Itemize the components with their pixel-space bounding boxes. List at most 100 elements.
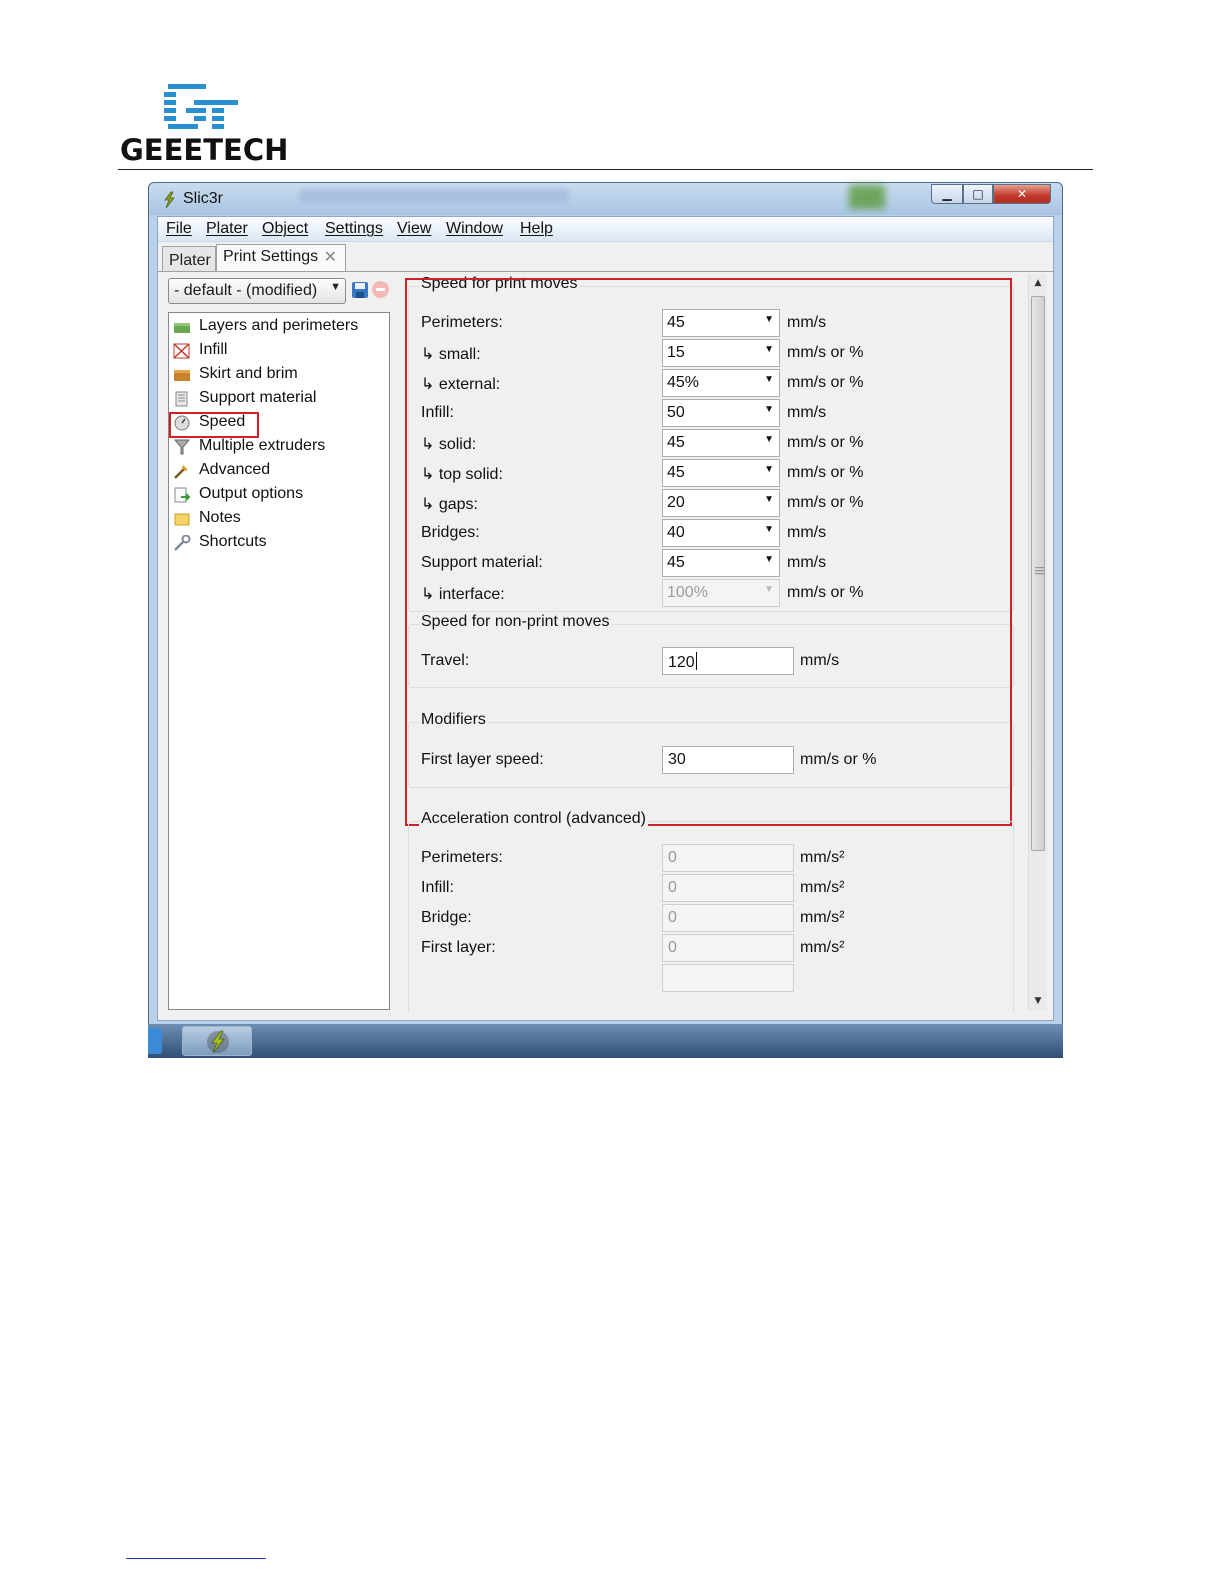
group-title: Speed for non-print moves — [419, 613, 612, 631]
field-unit: mm/s — [800, 652, 840, 669]
first-layer-acceleration-input: 0 — [662, 934, 794, 962]
menu-bar: File Plater Object Settings View Window … — [158, 217, 1053, 242]
field-unit: mm/s or % — [787, 584, 864, 601]
blurred-green-area — [849, 185, 885, 209]
preset-select[interactable]: - default - (modified) ▼ — [168, 278, 346, 304]
maximize-button[interactable]: □ — [963, 184, 993, 204]
field-value: 0 — [668, 909, 677, 926]
scroll-thumb[interactable]: ― ― ― — [1031, 296, 1045, 851]
chevron-down-icon: ▼ — [330, 281, 341, 293]
field-unit: mm/s — [787, 404, 827, 421]
tree-item-label: Advanced — [199, 461, 271, 478]
window-title: Slic3r — [183, 190, 224, 207]
preset-value: - default - (modified) — [174, 282, 318, 299]
chevron-down-icon: ▼ — [764, 374, 774, 385]
field-unit: mm/s or % — [787, 464, 864, 481]
field-unit: mm/s² — [800, 879, 845, 896]
field-unit: mm/s² — [800, 849, 845, 866]
travel-speed-input[interactable]: 120 — [662, 647, 794, 675]
menu-view[interactable]: View — [397, 220, 431, 238]
support-material-speed-combo[interactable]: 45 ▼ — [662, 549, 780, 577]
field-value: 20 — [667, 494, 685, 511]
taskbar — [148, 1024, 1063, 1058]
solid-infill-speed-combo[interactable]: 45 ▼ — [662, 429, 780, 457]
taskbar-slic3r-button[interactable] — [182, 1026, 252, 1056]
tree-item-label: Notes — [199, 509, 241, 526]
field-unit: mm/s — [787, 524, 827, 541]
minimize-button[interactable]: ▁ — [931, 184, 963, 204]
field-label: Travel: — [421, 652, 470, 669]
header-divider — [118, 169, 1093, 170]
grip-icon: ― ― ― — [1035, 563, 1044, 579]
skirt-icon — [174, 370, 190, 381]
field-label: ↳ small: — [421, 346, 481, 363]
field-value: 100% — [667, 584, 708, 601]
save-preset-icon[interactable] — [351, 281, 369, 299]
advanced-icon — [174, 465, 188, 479]
menu-object[interactable]: Object — [262, 220, 308, 238]
field-unit: mm/s — [787, 314, 827, 331]
infill-speed-combo[interactable]: 50 ▼ — [662, 399, 780, 427]
chevron-down-icon: ▼ — [764, 434, 774, 445]
field-label: Support material: — [421, 554, 543, 571]
start-button-edge[interactable] — [148, 1028, 162, 1054]
field-label: First layer speed: — [421, 751, 544, 768]
tree-item-label: Support material — [199, 389, 317, 406]
field-value: 120 — [668, 654, 695, 671]
tab-print-settings[interactable]: Print Settings ✕ — [216, 244, 346, 272]
tab-print-settings-label: Print Settings — [223, 248, 319, 265]
menu-window[interactable]: Window — [446, 220, 503, 238]
field-value: 45 — [667, 434, 685, 451]
tree-item-label: Multiple extruders — [199, 437, 326, 454]
group-modifiers: Modifiers First layer speed: 30 mm/s or … — [408, 711, 1014, 788]
vertical-scrollbar[interactable]: ▲ ― ― ― ▼ — [1028, 274, 1047, 1010]
chevron-down-icon: ▼ — [764, 584, 774, 595]
infill-icon — [173, 343, 190, 359]
field-unit: mm/s² — [800, 909, 845, 926]
close-button[interactable]: ✕ — [993, 184, 1051, 204]
field-label: ↳ top solid: — [421, 466, 503, 483]
group-acceleration: Acceleration control (advanced) Perimete… — [408, 810, 1014, 1012]
menu-settings[interactable]: Settings — [325, 220, 383, 238]
layers-icon — [174, 323, 190, 333]
tab-divider — [158, 271, 1053, 272]
field-value: 45 — [667, 314, 685, 331]
slic3r-window: Slic3r ▁ □ ✕ File Plater Object Settings… — [148, 182, 1063, 1030]
menu-help[interactable]: Help — [520, 220, 553, 238]
menu-plater[interactable]: Plater — [206, 220, 248, 238]
external-perimeters-speed-combo[interactable]: 45% ▼ — [662, 369, 780, 397]
group-title: Modifiers — [419, 711, 488, 729]
field-value: 45 — [667, 554, 685, 571]
tree-item-label: Shortcuts — [199, 533, 267, 550]
field-unit: mm/s or % — [787, 434, 864, 451]
bridge-acceleration-input: 0 — [662, 904, 794, 932]
gt-logo-mark — [164, 84, 238, 129]
tab-plater[interactable]: Plater — [162, 246, 216, 272]
title-bar[interactable]: Slic3r ▁ □ ✕ — [149, 183, 1062, 215]
notes-icon — [174, 513, 190, 526]
bridges-speed-combo[interactable]: 40 ▼ — [662, 519, 780, 547]
chevron-down-icon: ▼ — [764, 554, 774, 565]
tree-item-label: Skirt and brim — [199, 365, 298, 382]
extruders-icon — [173, 439, 191, 455]
scroll-down-icon[interactable]: ▼ — [1029, 992, 1047, 1010]
field-label: Infill: — [421, 879, 454, 896]
tree-item-label: Layers and perimeters — [199, 317, 359, 334]
shortcuts-icon — [174, 535, 191, 551]
field-label: ↳ interface: — [421, 586, 505, 603]
perimeters-speed-combo[interactable]: 45 ▼ — [662, 309, 780, 337]
slic3r-app-icon — [164, 191, 175, 209]
default-acceleration-input — [662, 964, 794, 992]
tab-close-icon[interactable]: ✕ — [324, 247, 337, 267]
footer-divider — [126, 1558, 266, 1559]
small-perimeters-speed-combo[interactable]: 15 ▼ — [662, 339, 780, 367]
scroll-up-icon[interactable]: ▲ — [1029, 274, 1047, 292]
first-layer-speed-input[interactable]: 30 — [662, 746, 794, 774]
gap-fill-speed-combo[interactable]: 20 ▼ — [662, 489, 780, 517]
group-title: Acceleration control (advanced) — [419, 810, 649, 828]
field-label: First layer: — [421, 939, 496, 956]
menu-file[interactable]: File — [166, 220, 192, 238]
delete-preset-icon[interactable] — [372, 281, 389, 298]
top-solid-infill-speed-combo[interactable]: 45 ▼ — [662, 459, 780, 487]
tree-item-label: Infill — [199, 341, 228, 358]
